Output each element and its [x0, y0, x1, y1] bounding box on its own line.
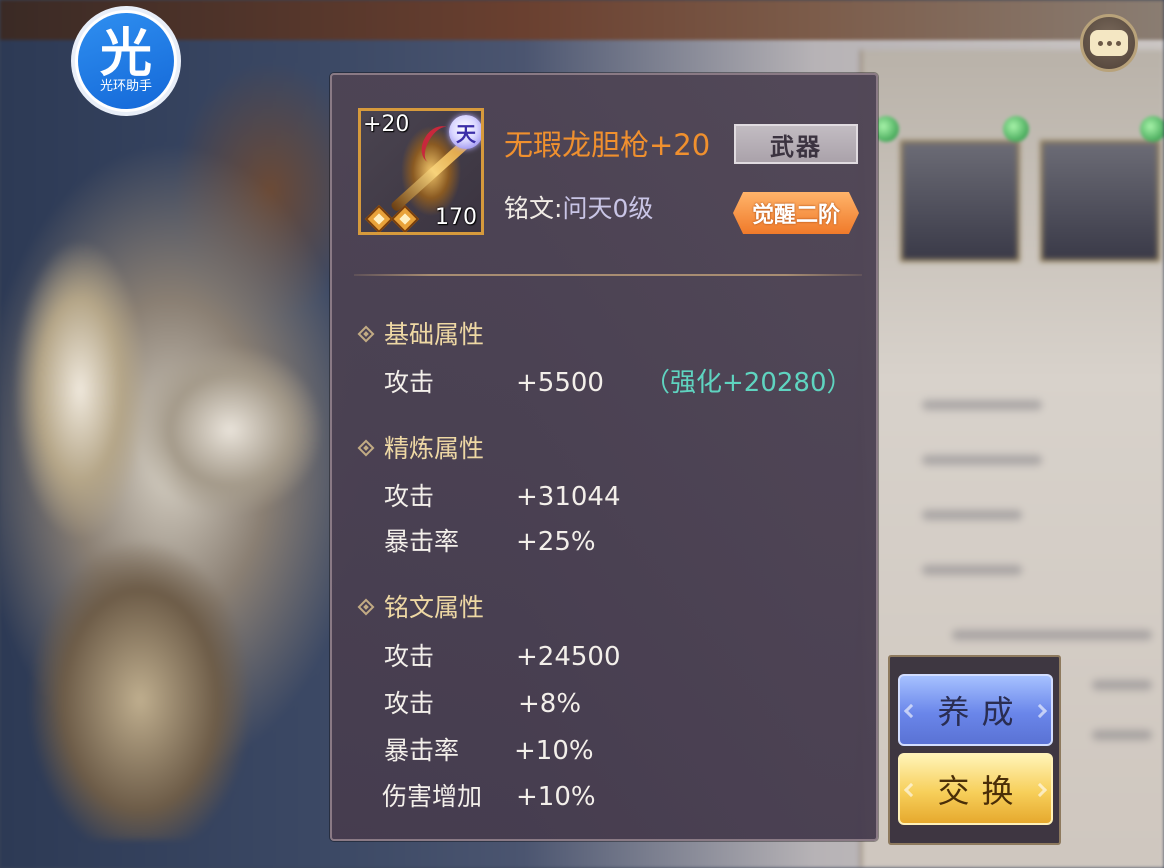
item-icon: +20 天 170 — [358, 108, 484, 235]
arrow-left-icon — [903, 703, 919, 719]
stat-name: 暴击率 — [384, 736, 460, 765]
app-logo-badge: 光 光环助手 — [78, 13, 174, 109]
section-title-text: 铭文属性 — [384, 593, 485, 622]
stat-value: +25% — [516, 527, 596, 557]
stat-name: 伤害增加 — [382, 782, 483, 811]
stat-name: 暴击率 — [384, 527, 460, 556]
sky-rank-icon: 天 — [449, 115, 481, 149]
inscription-label: 铭文: — [504, 194, 563, 223]
item-enhance-level: +20 — [363, 112, 410, 137]
section-refine-title: 精炼属性 — [357, 433, 485, 465]
diamond-bullet-icon — [357, 325, 375, 343]
stat-value: +5500 — [516, 368, 604, 398]
stat-value: +31044 — [516, 482, 621, 512]
background-top-bar — [0, 0, 1164, 40]
diamond-bullet-icon — [357, 439, 375, 457]
item-tooltip-panel: +20 天 170 无瑕龙胆枪+20 武器 铭文:问天0级 觉醒二阶 基础属性 … — [330, 73, 878, 841]
item-count: 170 — [435, 205, 477, 230]
section-title-text: 基础属性 — [384, 320, 485, 349]
item-type-badge: 武器 — [734, 124, 858, 164]
stat-name: 攻击 — [384, 689, 435, 718]
arrow-left-icon — [903, 782, 919, 798]
stat-enhance-bonus: （强化+20280） — [644, 368, 853, 398]
stat-name: 攻击 — [384, 368, 435, 397]
arrow-right-icon — [1032, 703, 1048, 719]
stat-name: 攻击 — [384, 642, 435, 671]
action-button-group: 养成 交换 — [888, 655, 1061, 845]
hero-character-art — [0, 140, 330, 840]
background-card — [900, 140, 1020, 262]
app-logo: 光 光环助手 — [71, 6, 181, 116]
stat-value: +10% — [514, 736, 594, 766]
divider — [354, 274, 862, 276]
awaken-badge: 觉醒二阶 — [733, 192, 859, 234]
background-gem-icon — [1003, 116, 1029, 142]
chat-icon — [1090, 30, 1128, 56]
train-button[interactable]: 养成 — [898, 674, 1053, 746]
stat-value: +24500 — [516, 642, 621, 672]
arrow-right-icon — [1032, 782, 1048, 798]
chat-button[interactable] — [1080, 14, 1138, 72]
item-name: 无瑕龙胆枪+20 — [504, 128, 711, 162]
exchange-button-label: 交换 — [937, 772, 1026, 810]
inscription-value: 问天0级 — [562, 194, 654, 223]
exchange-button[interactable]: 交换 — [898, 753, 1053, 825]
stat-name: 攻击 — [384, 482, 435, 511]
inscription-row: 铭文:问天0级 — [504, 193, 653, 225]
train-button-label: 养成 — [937, 693, 1026, 731]
diamond-bullet-icon — [357, 598, 375, 616]
section-base-title: 基础属性 — [357, 319, 485, 351]
section-title-text: 精炼属性 — [384, 434, 485, 463]
app-logo-text: 光环助手 — [99, 79, 152, 94]
section-inscription-title: 铭文属性 — [357, 592, 485, 624]
app-logo-char: 光 — [99, 24, 152, 84]
gem-icon — [364, 204, 394, 232]
background-gem-icon — [1140, 116, 1164, 142]
background-card — [1040, 140, 1160, 262]
stat-value: +8% — [518, 689, 582, 719]
stat-value: +10% — [516, 782, 596, 812]
